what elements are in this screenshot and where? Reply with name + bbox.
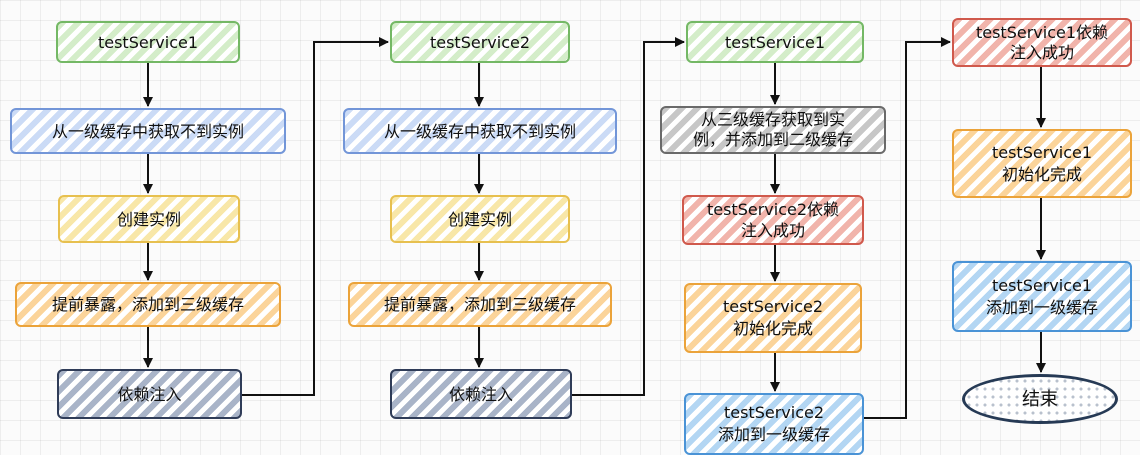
c4-node-ts1-add-l1: testService1 添加到一级缓存 bbox=[952, 261, 1132, 332]
flow-diagram: testService1 从一级缓存中获取不到实例 创建实例 提前暴露，添加到三… bbox=[0, 0, 1140, 455]
c4-node-ts1-init-complete: testService1 初始化完成 bbox=[952, 129, 1132, 198]
c2-node-expose-l3: 提前暴露，添加到三级缓存 bbox=[348, 282, 612, 327]
c2-node-dependency-injection: 依赖注入 bbox=[390, 369, 572, 419]
c1-node-get-from-l1-fail: 从一级缓存中获取不到实例 bbox=[10, 108, 286, 154]
c1-node-create-instance: 创建实例 bbox=[58, 195, 240, 243]
c3-node-ts2-di-success: testService2依赖 注入成功 bbox=[682, 195, 864, 245]
c3-node-ts2-init-complete: testService2 初始化完成 bbox=[684, 283, 862, 353]
c4-node-end: 结束 bbox=[962, 374, 1118, 424]
c1-node-testservice1: testService1 bbox=[56, 21, 240, 63]
c4-node-ts1-di-success: testService1依赖 注入成功 bbox=[952, 18, 1132, 67]
c3-node-testservice1: testService1 bbox=[686, 21, 864, 63]
c2-node-get-from-l1-fail: 从一级缓存中获取不到实例 bbox=[343, 108, 617, 154]
c1-node-expose-l3: 提前暴露，添加到三级缓存 bbox=[15, 282, 281, 327]
arrow-c1-to-c2 bbox=[242, 37, 389, 396]
c3-node-ts2-add-l1: testService2 添加到一级缓存 bbox=[684, 393, 864, 455]
c2-node-testservice2: testService2 bbox=[390, 21, 570, 63]
arrow-c3-to-c4 bbox=[864, 37, 951, 419]
arrow-c2-to-c3 bbox=[572, 37, 685, 396]
c1-node-dependency-injection: 依赖注入 bbox=[57, 369, 242, 419]
c2-node-create-instance: 创建实例 bbox=[390, 195, 570, 243]
c3-node-get-from-l3: 从三级缓存获取到实 例，并添加到二级缓存 bbox=[660, 106, 886, 154]
